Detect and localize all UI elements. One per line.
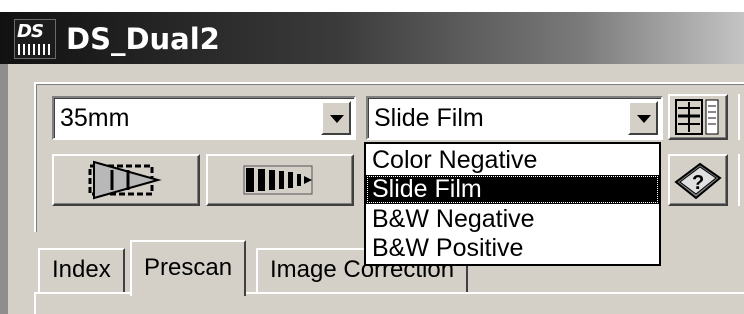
- title-bar[interactable]: DS DS_Dual2: [0, 12, 744, 64]
- tab-index[interactable]: Index: [38, 248, 125, 292]
- toolbar-overflow-edge: [738, 94, 744, 140]
- settings-stack-button[interactable]: [668, 94, 728, 140]
- app-window: DS DS_Dual2 35mm Slide Film ? Index Pres…: [0, 0, 744, 314]
- index-scan-button[interactable]: [52, 154, 200, 206]
- window-title: DS_Dual2: [66, 22, 220, 56]
- app-icon-stripes: [18, 44, 52, 55]
- app-icon-logo: DS: [17, 21, 44, 42]
- screen-margin: [0, 0, 744, 12]
- option-label: Slide Film: [372, 175, 482, 203]
- tab-prescan[interactable]: Prescan: [130, 240, 247, 296]
- eject-film-icon: [243, 165, 313, 195]
- svg-text:?: ?: [692, 172, 704, 194]
- tab-page-panel: [34, 294, 744, 314]
- window-left-border: [0, 64, 8, 314]
- film-type-combo[interactable]: Slide Film: [366, 96, 663, 140]
- film-type-dropdown-arrow-icon[interactable]: [628, 101, 658, 135]
- film-format-combo[interactable]: 35mm: [52, 96, 356, 140]
- film-type-option-slide-film[interactable]: Slide Film: [366, 175, 659, 204]
- film-type-dropdown-list[interactable]: Color Negative Slide Film B&W Negative B…: [364, 142, 661, 266]
- eject-film-button[interactable]: [206, 154, 354, 206]
- option-label: Color Negative: [372, 146, 538, 174]
- film-type-option-color-negative[interactable]: Color Negative: [366, 146, 659, 175]
- settings-stack-icon: [675, 99, 719, 135]
- help-book-icon: ?: [674, 162, 722, 200]
- film-format-dropdown-arrow-icon[interactable]: [321, 101, 351, 135]
- film-type-option-bw-negative[interactable]: B&W Negative: [366, 205, 659, 234]
- tab-prescan-label: Prescan: [144, 254, 233, 281]
- film-type-option-bw-positive[interactable]: B&W Positive: [366, 234, 659, 263]
- index-scan-icon: [88, 160, 162, 200]
- app-icon[interactable]: DS: [14, 19, 56, 59]
- option-label: B&W Negative: [372, 205, 535, 233]
- film-format-value: 35mm: [60, 104, 130, 132]
- tab-index-label: Index: [52, 256, 111, 283]
- toolbar-overflow-edge-2: [738, 154, 744, 206]
- film-type-value: Slide Film: [374, 104, 484, 132]
- option-label: B&W Positive: [372, 234, 524, 262]
- help-book-button[interactable]: ?: [668, 154, 728, 206]
